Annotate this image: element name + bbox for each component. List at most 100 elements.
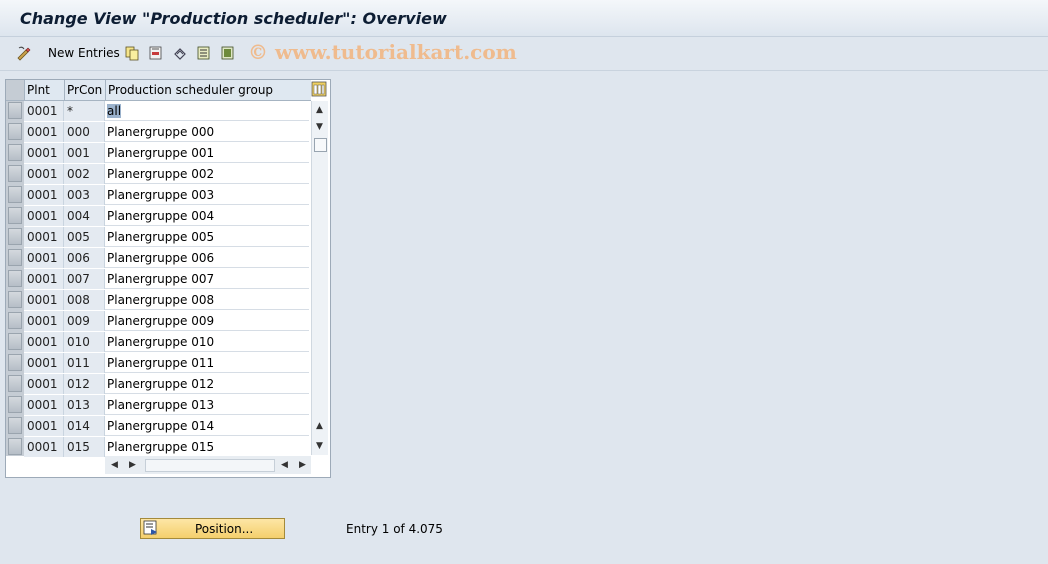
copy-as-button[interactable] [124, 44, 140, 62]
entry-counter: Entry 1 of 4.075 [346, 522, 443, 536]
scroll-thumb[interactable] [314, 138, 327, 152]
cell-group-input[interactable]: Planergruppe 010 [105, 332, 309, 352]
cell-prcon: 008 [64, 290, 105, 310]
cell-plnt: 0001 [24, 332, 64, 352]
new-entries-button[interactable]: New Entries [44, 44, 120, 62]
page-title: Change View "Production scheduler": Over… [20, 9, 447, 28]
watermark: © www.tutorialkart.com [248, 40, 517, 64]
row-selector[interactable] [8, 312, 22, 329]
cell-group-input[interactable]: Planergruppe 007 [105, 269, 309, 289]
copy-icon [125, 46, 139, 61]
table-settings-icon[interactable] [311, 81, 327, 97]
cell-group-input[interactable]: Planergruppe 003 [105, 185, 309, 205]
row-selector[interactable] [8, 102, 22, 119]
cell-plnt: 0001 [24, 101, 64, 121]
cell-plnt: 0001 [24, 248, 64, 268]
row-selector[interactable] [8, 270, 22, 287]
vertical-scrollbar[interactable]: ▲ ▼ ▲ ▼ [311, 101, 328, 455]
row-selector[interactable] [8, 249, 22, 266]
cell-group-input[interactable]: Planergruppe 011 [105, 353, 309, 373]
cell-group-input[interactable]: Planergruppe 009 [105, 311, 309, 331]
cell-plnt: 0001 [24, 185, 64, 205]
cell-plnt: 0001 [24, 227, 64, 247]
row-selector[interactable] [8, 396, 22, 413]
scroll-left-end-icon[interactable]: ◀ [281, 460, 288, 470]
cell-group-input[interactable]: Planergruppe 012 [105, 374, 309, 394]
cell-prcon: 011 [64, 353, 105, 373]
cell-plnt: 0001 [24, 395, 64, 415]
cell-group-input[interactable]: Planergruppe 002 [105, 164, 309, 184]
scroll-right-end-icon[interactable]: ▶ [299, 460, 306, 470]
undo-icon [174, 48, 186, 60]
cell-prcon: 014 [64, 416, 105, 436]
row-selector[interactable] [8, 186, 22, 203]
application-toolbar: New Entries [0, 37, 1048, 71]
row-selector[interactable] [8, 207, 22, 224]
cell-group-input[interactable]: Planergruppe 014 [105, 416, 309, 436]
cell-prcon: 000 [64, 122, 105, 142]
delete-icon [149, 46, 162, 60]
row-selector[interactable] [8, 417, 22, 434]
select-all-button[interactable] [196, 44, 212, 62]
scheduler-table: Plnt PrCon Production scheduler group 00… [5, 79, 331, 478]
cell-prcon: 012 [64, 374, 105, 394]
cell-plnt: 0001 [24, 164, 64, 184]
selected-text: all [107, 103, 122, 118]
cell-plnt: 0001 [24, 416, 64, 436]
cell-prcon: 005 [64, 227, 105, 247]
deselect-all-icon [221, 46, 234, 60]
cell-plnt: 0001 [24, 143, 64, 163]
cell-group-input[interactable]: Planergruppe 001 [105, 143, 309, 163]
cell-group-input[interactable]: Planergruppe 013 [105, 395, 309, 415]
column-header-plnt[interactable]: Plnt [27, 83, 50, 97]
cell-group-input[interactable]: Planergruppe 004 [105, 206, 309, 226]
scroll-down-icon[interactable]: ▼ [316, 122, 323, 132]
title-bar: Change View "Production scheduler": Over… [0, 0, 1048, 37]
display-change-button[interactable] [16, 44, 32, 62]
cell-prcon: 006 [64, 248, 105, 268]
scroll-left-icon[interactable]: ◀ [111, 460, 118, 470]
page-down-icon[interactable]: ▼ [316, 441, 323, 451]
scroll-up-icon[interactable]: ▲ [316, 105, 323, 115]
select-all-icon [197, 46, 210, 60]
cell-plnt: 0001 [24, 290, 64, 310]
position-button-label: Position... [195, 522, 254, 536]
cell-plnt: 0001 [24, 269, 64, 289]
cell-group-input[interactable]: Planergruppe 015 [105, 437, 309, 457]
cell-plnt: 0001 [24, 122, 64, 142]
undo-change-button[interactable] [172, 44, 188, 62]
table-header: Plnt PrCon Production scheduler group [6, 80, 311, 101]
column-header-prcon[interactable]: PrCon [67, 83, 102, 97]
horizontal-scrollbar[interactable]: ◀ ▶ ◀ ▶ [105, 456, 311, 474]
cell-group-input[interactable]: Planergruppe 008 [105, 290, 309, 310]
cell-group-input[interactable]: Planergruppe 006 [105, 248, 309, 268]
row-selector[interactable] [8, 123, 22, 140]
cell-prcon: 015 [64, 437, 105, 457]
cell-plnt: 0001 [24, 353, 64, 373]
deselect-all-button[interactable] [220, 44, 236, 62]
position-button[interactable]: Position... [140, 518, 285, 539]
select-all-rows-cell[interactable] [6, 80, 25, 100]
cell-prcon: * [64, 101, 105, 121]
row-selector[interactable] [8, 228, 22, 245]
page-up-icon[interactable]: ▲ [316, 421, 323, 431]
cell-plnt: 0001 [24, 437, 64, 457]
delete-button[interactable] [148, 44, 164, 62]
column-header-group[interactable]: Production scheduler group [108, 83, 273, 97]
cell-prcon: 007 [64, 269, 105, 289]
row-selector[interactable] [8, 438, 22, 455]
row-selector[interactable] [8, 144, 22, 161]
cell-plnt: 0001 [24, 311, 64, 331]
scroll-right-icon[interactable]: ▶ [129, 460, 136, 470]
row-selector[interactable] [8, 165, 22, 182]
row-selector[interactable] [8, 375, 22, 392]
row-selector[interactable] [8, 354, 22, 371]
cell-group-input[interactable]: all [105, 101, 309, 121]
cell-group-input[interactable]: Planergruppe 005 [105, 227, 309, 247]
cell-group-input[interactable]: Planergruppe 000 [105, 122, 309, 142]
cell-plnt: 0001 [24, 206, 64, 226]
cell-prcon: 001 [64, 143, 105, 163]
row-selector[interactable] [8, 291, 22, 308]
position-icon [143, 520, 157, 535]
row-selector[interactable] [8, 333, 22, 350]
